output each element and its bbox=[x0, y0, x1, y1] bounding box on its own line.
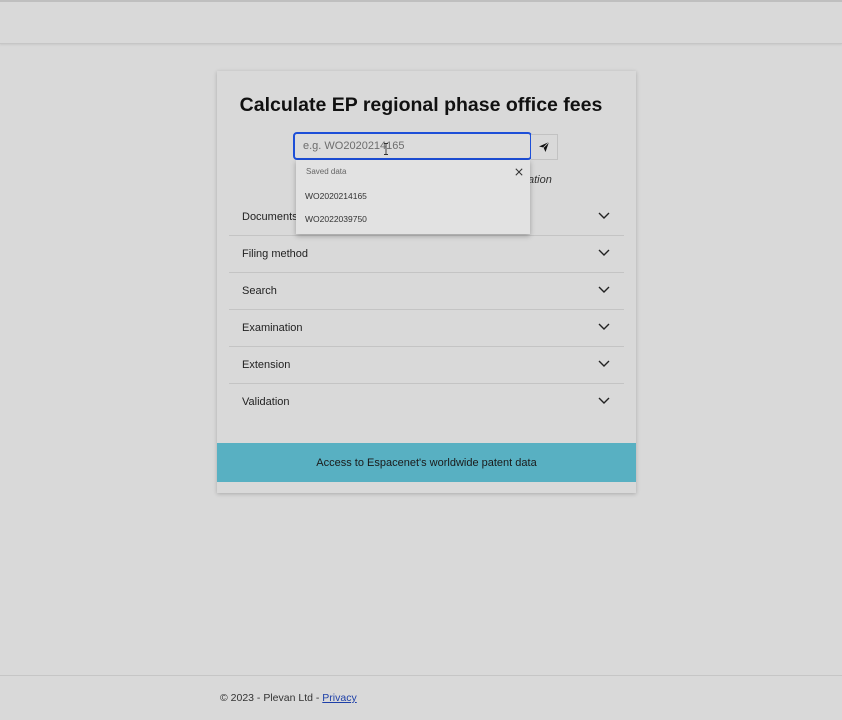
footer: © 2023 - Plevan Ltd - Privacy bbox=[220, 692, 357, 704]
accordion-item-validation[interactable]: Validation bbox=[229, 384, 624, 420]
chevron-down-icon bbox=[598, 360, 610, 367]
accordion-item-label: Validation bbox=[242, 396, 290, 408]
accordion-item-search[interactable]: Search bbox=[229, 273, 624, 310]
accordion-item-extension[interactable]: Extension bbox=[229, 347, 624, 384]
espacenet-access-banner[interactable]: Access to Espacenet's worldwide patent d… bbox=[217, 443, 636, 482]
accordion-item-label: Extension bbox=[242, 359, 291, 371]
input-hint-text: ation bbox=[528, 174, 552, 186]
submit-button[interactable] bbox=[531, 134, 558, 160]
accordion-item-label: Examination bbox=[242, 322, 303, 334]
saved-data-dropdown: Saved data WO2020214165 WO2022039750 bbox=[296, 160, 530, 234]
page: Calculate EP regional phase office fees … bbox=[0, 0, 842, 720]
banner-label: Access to Espacenet's worldwide patent d… bbox=[316, 456, 537, 469]
accordion-item-label: Search bbox=[242, 285, 277, 297]
footer-copyright: © 2023 - Plevan Ltd - bbox=[220, 692, 323, 704]
accordion-item-label: Documents bbox=[242, 211, 298, 223]
accordion-item-filing-method[interactable]: Filing method bbox=[229, 236, 624, 273]
chevron-down-icon bbox=[598, 286, 610, 293]
page-title: Calculate EP regional phase office fees bbox=[239, 94, 603, 116]
text-cursor-icon bbox=[384, 143, 388, 155]
application-number-input[interactable] bbox=[293, 132, 532, 160]
privacy-link[interactable]: Privacy bbox=[322, 692, 356, 704]
chevron-down-icon bbox=[598, 397, 610, 404]
chevron-down-icon bbox=[598, 249, 610, 256]
accordion-item-label: Filing method bbox=[242, 248, 309, 260]
chevron-down-icon bbox=[598, 323, 610, 330]
top-bar bbox=[0, 0, 842, 44]
close-icon bbox=[515, 168, 523, 176]
saved-data-item[interactable]: WO2022039750 bbox=[305, 214, 367, 224]
dropdown-close-button[interactable] bbox=[513, 166, 525, 178]
saved-data-item[interactable]: WO2020214165 bbox=[305, 191, 367, 201]
paper-plane-icon bbox=[539, 141, 550, 152]
dropdown-header: Saved data bbox=[306, 167, 347, 176]
footer-divider bbox=[0, 675, 842, 676]
chevron-down-icon bbox=[598, 212, 610, 219]
accordion-item-examination[interactable]: Examination bbox=[229, 310, 624, 347]
